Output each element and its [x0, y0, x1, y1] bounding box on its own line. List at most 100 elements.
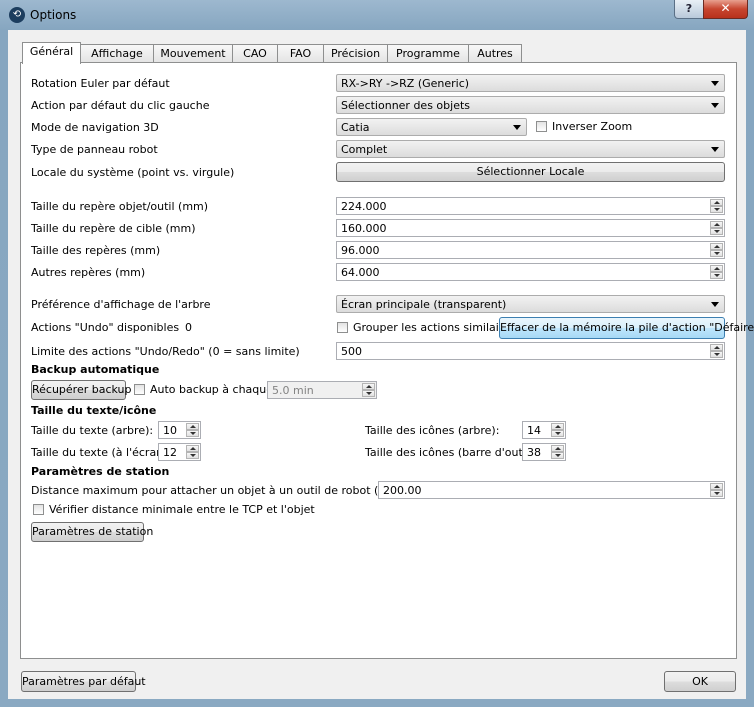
- spin-up-icon[interactable]: [551, 423, 564, 430]
- undo-limit-value: 500: [341, 345, 362, 358]
- spin-down-icon[interactable]: [551, 452, 564, 459]
- left-click-combo[interactable]: Sélectionner des objets: [336, 96, 725, 114]
- tree-text-size-value: 10: [163, 424, 177, 437]
- spin-up-icon[interactable]: [710, 344, 723, 351]
- spin-down-icon[interactable]: [186, 452, 199, 459]
- close-button[interactable]: ✕: [703, 0, 748, 19]
- nav-mode-label: Mode de navigation 3D: [31, 121, 159, 134]
- auto-backup-interval-value: 5.0 min: [272, 384, 314, 397]
- help-button[interactable]: ?: [674, 0, 704, 19]
- tree-icon-size-label: Taille des icônes (arbre):: [365, 424, 500, 437]
- dialog-client: Général Affichage Mouvement CAO FAO Préc…: [8, 30, 754, 699]
- spin-up-icon[interactable]: [710, 199, 723, 206]
- chevron-down-icon: [711, 81, 719, 86]
- left-click-label: Action par défaut du clic gauche: [31, 99, 210, 112]
- toolbar-icon-size-label: Taille des icônes (barre d'outils):: [365, 446, 543, 459]
- tab-precision[interactable]: Précision: [323, 44, 388, 63]
- spin-up-icon[interactable]: [710, 243, 723, 250]
- tab-general[interactable]: Général: [22, 42, 81, 64]
- tab-cam[interactable]: FAO: [277, 44, 324, 63]
- verify-distance-label: Vérifier distance minimale entre le TCP …: [49, 503, 315, 516]
- general-panel: Rotation Euler par défaut RX->RY ->RZ (G…: [20, 62, 754, 659]
- spin-up-icon[interactable]: [710, 265, 723, 272]
- recover-backup-button[interactable]: Récupérer backup: [31, 380, 132, 400]
- spin-up-icon[interactable]: [186, 423, 199, 430]
- other-frames-label: Autres repères (mm): [31, 266, 146, 279]
- chevron-down-icon: [711, 302, 719, 307]
- spin-up-icon[interactable]: [186, 445, 199, 452]
- tab-cad[interactable]: CAO: [232, 44, 278, 63]
- tree-icon-size-input[interactable]: 14: [522, 421, 566, 439]
- locale-label: Locale du système (point vs. virgule): [31, 166, 235, 179]
- app-icon: ⟲: [9, 7, 25, 23]
- target-frame-input[interactable]: 160.000: [336, 219, 725, 237]
- robot-panel-label: Type de panneau robot: [31, 143, 158, 156]
- frames-size-input[interactable]: 96.000: [336, 241, 725, 259]
- spin-down-icon[interactable]: [551, 430, 564, 437]
- verify-distance-checkbox[interactable]: [33, 504, 44, 515]
- screen-text-size-input[interactable]: 12: [158, 443, 201, 461]
- tree-pref-value: Écran principale (transparent): [341, 298, 507, 311]
- spin-down-icon[interactable]: [710, 250, 723, 257]
- toolbar-icon-size-input[interactable]: 38: [522, 443, 566, 461]
- target-frame-label: Taille du repère de cible (mm): [31, 222, 196, 235]
- chevron-down-icon: [711, 103, 719, 108]
- undo-limit-label: Limite des actions "Undo/Redo" (0 = sans…: [31, 345, 300, 358]
- tree-pref-combo[interactable]: Écran principale (transparent): [336, 295, 725, 313]
- toolbar-icon-size-value: 38: [527, 446, 541, 459]
- spin-up-icon[interactable]: [710, 483, 723, 490]
- spin-down-icon[interactable]: [710, 272, 723, 279]
- station-params-button[interactable]: Paramètres de station: [31, 522, 153, 542]
- title-bar[interactable]: ⟲ Options ? ✕: [0, 0, 754, 30]
- invert-zoom-checkbox[interactable]: [536, 121, 547, 132]
- tab-motion[interactable]: Mouvement: [153, 44, 233, 63]
- robot-panel-combo[interactable]: Complet: [336, 140, 725, 158]
- ok-button[interactable]: OK: [664, 671, 736, 692]
- tree-text-size-label: Taille du texte (arbre):: [31, 424, 154, 437]
- group-actions-label: Grouper les actions similaires: [353, 321, 516, 334]
- object-frame-label: Taille du repère objet/outil (mm): [31, 200, 209, 213]
- attach-distance-value: 200.00: [383, 484, 422, 497]
- spin-down-icon[interactable]: [710, 490, 723, 497]
- tab-program[interactable]: Programme: [387, 44, 469, 63]
- defaults-button[interactable]: Paramètres par défaut: [21, 671, 146, 692]
- spin-down-icon[interactable]: [186, 430, 199, 437]
- spin-up-icon[interactable]: [362, 383, 375, 390]
- other-frames-input[interactable]: 64.000: [336, 263, 725, 281]
- spin-down-icon[interactable]: [710, 228, 723, 235]
- tree-pref-label: Préférence d'affichage de l'arbre: [31, 298, 211, 311]
- euler-label: Rotation Euler par défaut: [31, 77, 170, 90]
- tab-display[interactable]: Affichage: [80, 44, 154, 63]
- target-frame-value: 160.000: [341, 222, 387, 235]
- spin-up-icon[interactable]: [710, 221, 723, 228]
- spin-up-icon[interactable]: [551, 445, 564, 452]
- attach-distance-input[interactable]: 200.00: [378, 481, 725, 499]
- nav-mode-combo[interactable]: Catia: [336, 118, 527, 136]
- spin-down-icon[interactable]: [710, 351, 723, 358]
- attach-distance-label: Distance maximum pour attacher un objet …: [31, 484, 405, 497]
- tree-text-size-input[interactable]: 10: [158, 421, 201, 439]
- chevron-down-icon: [513, 125, 521, 130]
- auto-backup-label: Auto backup à chaque: [150, 383, 274, 396]
- undo-limit-input[interactable]: 500: [336, 342, 725, 360]
- euler-combo[interactable]: RX->RY ->RZ (Generic): [336, 74, 725, 92]
- auto-backup-interval-input[interactable]: 5.0 min: [267, 381, 377, 399]
- other-frames-value: 64.000: [341, 266, 380, 279]
- backup-header: Backup automatique: [31, 363, 160, 376]
- invert-zoom-label: Inverser Zoom: [552, 120, 633, 133]
- frames-size-label: Taille des repères (mm): [31, 244, 161, 257]
- screen-text-size-label: Taille du texte (à l'écran):: [31, 446, 172, 459]
- spin-down-icon[interactable]: [710, 206, 723, 213]
- object-frame-input[interactable]: 224.000: [336, 197, 725, 215]
- chevron-down-icon: [711, 147, 719, 152]
- tab-other[interactable]: Autres: [468, 44, 522, 63]
- select-locale-button[interactable]: Sélectionner Locale: [336, 162, 725, 182]
- screen-text-size-value: 12: [163, 446, 177, 459]
- auto-backup-checkbox[interactable]: [134, 384, 145, 395]
- options-window: ⟲ Options ? ✕ Général Affichage Mouvemen…: [0, 0, 754, 707]
- group-actions-checkbox[interactable]: [337, 322, 348, 333]
- clear-undo-button[interactable]: Effacer de la mémoire la pile d'action "…: [499, 317, 754, 339]
- robot-panel-value: Complet: [341, 143, 388, 156]
- undo-available-label: Actions "Undo" disponibles: [31, 321, 180, 334]
- spin-down-icon[interactable]: [362, 390, 375, 397]
